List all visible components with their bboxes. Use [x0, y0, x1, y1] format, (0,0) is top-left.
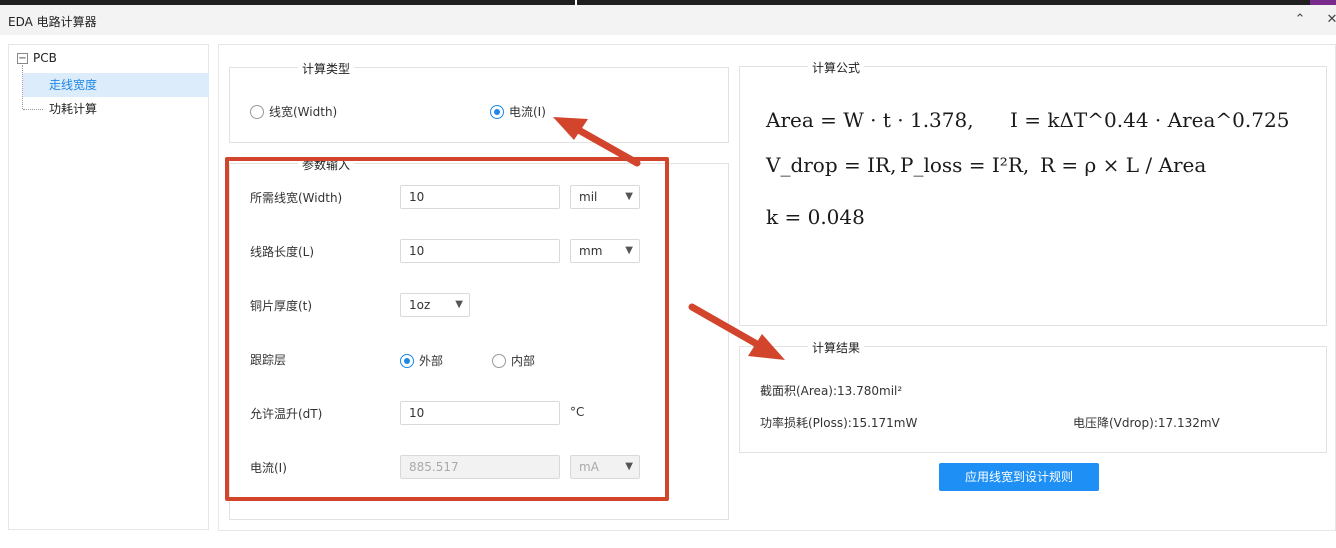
result-group: 计算结果: [739, 339, 1327, 453]
collapse-tree-icon[interactable]: −: [17, 53, 28, 64]
current-output: 885.517: [400, 455, 560, 479]
thickness-value: 1oz: [409, 298, 431, 312]
current-unit-select[interactable]: mA ▼: [570, 455, 640, 479]
radio-width-circle[interactable]: [250, 104, 264, 119]
result-area: 截面积(Area):13.780mil²: [760, 384, 903, 398]
radio-external[interactable]: 外部: [400, 352, 443, 369]
formula-group: 计算公式: [739, 59, 1327, 326]
radio-external-label: 外部: [419, 354, 444, 368]
length-unit-select[interactable]: mm ▼: [570, 239, 640, 263]
length-input[interactable]: 10: [400, 239, 560, 263]
radio-internal-circle[interactable]: [492, 353, 506, 368]
formula-area: Area = W · t · 1.378,: [766, 108, 974, 132]
formula-resistance: R = ρ × L / Area: [1040, 153, 1206, 177]
formula-k-text: k = 0.048: [766, 205, 865, 229]
radio-internal-label: 内部: [511, 354, 536, 368]
radio-width-label: 线宽(Width): [269, 105, 338, 119]
radio-width[interactable]: 线宽(Width): [250, 103, 337, 120]
radio-external-circle[interactable]: [400, 353, 414, 368]
radio-internal[interactable]: 内部: [492, 352, 535, 369]
title-bar: EDA 电路计算器 ⌃ ✕: [0, 5, 1336, 35]
chevron-down-icon: ▼: [625, 245, 633, 256]
formula-current-text: I = kΔT^0.44 · Area^0.725: [1010, 108, 1290, 132]
width-label: 所需线宽(Width): [250, 191, 343, 205]
tree-root-label: PCB: [33, 51, 57, 65]
temp-rise-label: 允许温升(dT): [250, 407, 323, 421]
apply-width-button[interactable]: 应用线宽到设计规则: [939, 463, 1099, 491]
close-icon[interactable]: ✕: [1322, 10, 1336, 30]
current-label: 电流(I): [250, 461, 287, 475]
collapse-icon[interactable]: ⌃: [1290, 10, 1310, 30]
formula-legend: 计算公式: [808, 59, 865, 76]
formula-ploss: P_loss = I²R,: [900, 153, 1029, 177]
thickness-select[interactable]: 1oz ▼: [400, 293, 470, 317]
width-unit-value: mil: [579, 190, 598, 204]
formula-ploss-text: P_loss = I²R,: [900, 153, 1030, 177]
length-unit-value: mm: [579, 244, 603, 258]
params-legend: 参数输入: [298, 156, 355, 173]
radio-current-circle[interactable]: [490, 104, 504, 119]
temp-rise-unit: °C: [570, 405, 585, 419]
chevron-down-icon: ▼: [625, 461, 633, 472]
width-input[interactable]: 10: [400, 185, 560, 209]
tree-item-power-calc[interactable]: 功耗计算: [43, 97, 97, 121]
tree-item-trace-width[interactable]: 走线宽度: [23, 73, 209, 97]
current-unit-value: mA: [579, 460, 599, 474]
navigation-tree: − PCB 走线宽度 功耗计算: [8, 44, 209, 530]
tree-connector: [23, 109, 43, 110]
result-ploss: 功率损耗(Ploss):15.171mW: [760, 416, 918, 430]
formula-current: I = kΔT^0.44 · Area^0.725: [1010, 108, 1289, 132]
formula-resistance-text: R = ρ × L / Area: [1040, 153, 1207, 177]
calc-type-legend: 计算类型: [298, 60, 355, 77]
chevron-down-icon: ▼: [625, 191, 633, 202]
thickness-label: 铜片厚度(t): [250, 299, 313, 313]
formula-vdrop-text: V_drop = IR,: [766, 153, 897, 177]
chevron-down-icon: ▼: [455, 299, 463, 310]
length-label: 线路长度(L): [250, 245, 315, 259]
formula-vdrop: V_drop = IR,: [766, 153, 896, 177]
width-unit-select[interactable]: mil ▼: [570, 185, 640, 209]
radio-current[interactable]: 电流(I): [490, 103, 546, 120]
formula-area-text: Area = W · t · 1.378,: [766, 108, 974, 132]
temp-rise-input[interactable]: 10: [400, 401, 560, 425]
result-legend: 计算结果: [808, 339, 865, 356]
radio-current-label: 电流(I): [509, 105, 546, 119]
formula-k: k = 0.048: [766, 205, 865, 229]
window-title: EDA 电路计算器: [8, 15, 97, 29]
result-vdrop: 电压降(Vdrop):17.132mV: [1073, 416, 1220, 430]
layer-label: 跟踪层: [250, 353, 287, 367]
